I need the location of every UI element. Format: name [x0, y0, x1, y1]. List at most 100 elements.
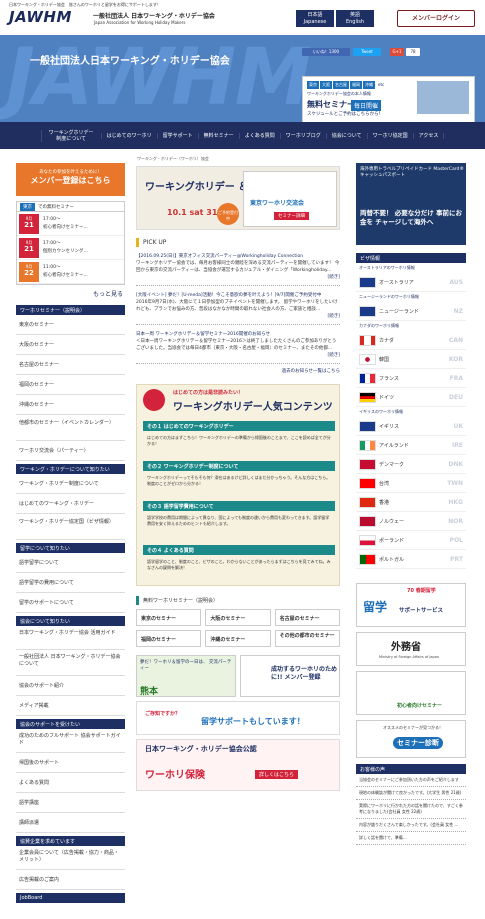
visa-row-twn[interactable]: 台湾 TWN — [356, 474, 466, 493]
seminar-promo[interactable]: 東京 大阪 名古屋 福岡 沖縄 etc ワーキングホリデー協会の本人情報 無料セ… — [302, 76, 475, 122]
news-more-link[interactable]: [続き] — [136, 274, 340, 281]
nav-item-access[interactable]: アクセス — [412, 132, 445, 139]
visa-row-nor[interactable]: ノルウェー NOR — [356, 512, 466, 531]
side-link[interactable]: 語学留学の費用について — [16, 573, 125, 593]
visa-row-can[interactable]: カナダ CAN — [356, 331, 466, 350]
breadcrumb[interactable]: ワーキング・ホリデー（ワーホリ）協会 — [137, 156, 209, 162]
fair-banner[interactable]: ワーキングホリデー ＆留学フェア 10.1 sat 31 ご予約受付中 東京ワー… — [136, 166, 340, 230]
schedule-row[interactable]: 9月 21 17:00〜 初心者向けセミナー... — [17, 212, 124, 236]
side-link[interactable]: 大阪のセミナー — [16, 335, 125, 355]
side-link[interactable]: 一般社団法人 日本ワーキング・ホリデー協会について — [16, 650, 125, 676]
seminar-city-link[interactable]: 福岡のセミナー — [136, 630, 202, 647]
study-service-banner[interactable]: 70 春期留学 留学 サポートサービス — [356, 583, 466, 627]
nav-item-first[interactable]: はじめてのワーホリ — [100, 132, 157, 139]
visa-row-fra[interactable]: フランス FRA — [356, 369, 466, 388]
nav-item-faq[interactable]: よくある質問 — [238, 132, 280, 139]
nav-item-blog[interactable]: ワーホリブログ — [279, 132, 326, 139]
popular-item-3[interactable]: その３ 語学留学費用について — [143, 501, 335, 511]
seminar-city-link[interactable]: 名古屋のセミナー — [274, 609, 340, 626]
tweet-button[interactable]: Tweet — [353, 48, 381, 56]
schedule-row[interactable]: 9月 21 17:00〜 個別カウンセリング... — [17, 236, 124, 260]
member-banner[interactable]: 成功するワーホリのために!! メンバー登録 — [240, 655, 340, 697]
side-link[interactable]: 広告掲載のご案内 — [16, 870, 125, 890]
party-banner[interactable]: 夢だ！ワーホリ＆留学の一日は、 交流パーティー 熊本 — [136, 655, 236, 697]
side-link[interactable]: ワーキング・ホリデー協定国（ビザ情報） — [16, 514, 125, 540]
side-section-jobboard[interactable]: JobBoard — [16, 893, 125, 903]
visa-row-deu[interactable]: ドイツ DEU — [356, 388, 466, 407]
seminar-diagnosis-banner[interactable]: オススメのセミナーが見つかる！ セミナー診断 — [356, 720, 466, 758]
seminar-city-link[interactable]: 大阪のセミナー — [205, 609, 271, 626]
news-title[interactable]: 日本一周 ワーキングホリデー＆留学セミナー2016開催のお知らせ — [136, 331, 340, 338]
nav-item-countries[interactable]: ワーホリ協定国 — [366, 132, 413, 139]
visa-code: HKG — [448, 498, 463, 506]
side-link[interactable]: 企業会員について（広告掲載・協力・商品・メリット） — [16, 846, 125, 870]
fair-detail-button[interactable]: セミナー詳細 — [274, 212, 309, 220]
date-badge: 9月 21 — [19, 237, 39, 258]
news-title[interactable]: [大阪イベント] 夢だ！[U-meda]活動！今こそ意欲の夢を叶えよう！[9/7… — [136, 292, 340, 299]
banner-title: 一般社団法人日本ワーキング・ホリデー協会 — [30, 56, 230, 67]
side-link[interactable]: 東京のセミナー — [16, 315, 125, 335]
nav-item-about[interactable]: 協会について — [325, 132, 367, 139]
side-link[interactable]: ワーホリ交流会（パーティー） — [16, 441, 125, 461]
visa-row-kor[interactable]: 韓国 KOR — [356, 350, 466, 369]
nav-item-seminar[interactable]: 無料セミナー — [197, 132, 239, 139]
insurance-banner[interactable]: 日本ワーキング・ホリデー協会公認 ワーホリ保険 詳しくはこちら — [136, 739, 340, 791]
side-link[interactable]: 語学留学について — [16, 553, 125, 573]
popular-item-2[interactable]: その２ ワーキングホリデー制度について — [143, 461, 335, 471]
side-link[interactable]: 語学講座 — [16, 793, 125, 813]
side-link[interactable]: 沖縄のセミナー — [16, 395, 125, 415]
schedule-row[interactable]: 9月 22 11:00〜 初心者向けセミナー... — [17, 260, 124, 284]
gplus-count: 78 — [406, 48, 420, 56]
side-link[interactable]: 講師派遣 — [16, 813, 125, 833]
side-link[interactable]: 成功のためのフルサポート 協会サポートガイド — [16, 729, 125, 753]
side-link[interactable]: メディア掲載 — [16, 696, 125, 716]
schedule-more-link[interactable]: もっと見る — [16, 285, 125, 302]
side-link[interactable]: はじめてのワーキング・ホリデー — [16, 494, 125, 514]
mofa-banner[interactable]: 外務省 Ministry of Foreign Affairs of Japan — [356, 632, 466, 666]
visa-row-prt[interactable]: ポルトガル PRT — [356, 550, 466, 569]
facebook-like-button[interactable]: いいね！1300 — [302, 48, 350, 56]
lang-jp-label: 日本語 — [307, 12, 323, 18]
seminar-city-link[interactable]: 東京のセミナー — [136, 609, 202, 626]
visa-row-uk[interactable]: イギリス UK — [356, 417, 466, 436]
news-title[interactable]: 【2016.09.25(日)】東京オフィス交流パーティー@Workingholi… — [136, 253, 340, 260]
visa-row-pol[interactable]: ポーランド POL — [356, 531, 466, 550]
lang-japanese-button[interactable]: 日本語 Japanese — [296, 10, 334, 27]
nav-item-system[interactable]: ワーキングホリデー 制度について — [40, 129, 101, 142]
side-link[interactable]: 他都市のセミナー（イベントカレンダー） — [16, 415, 125, 441]
member-login-button[interactable]: メンバーログイン — [397, 10, 475, 27]
side-link[interactable]: 留学のサポートについて — [16, 593, 125, 613]
visa-country: ニュージーランド — [379, 308, 419, 315]
visa-row-aus[interactable]: オーストラリア AUS — [356, 273, 466, 292]
visa-row-ire[interactable]: アイルランド IRE — [356, 436, 466, 455]
popular-item-4[interactable]: その４ よくある質問 — [143, 545, 335, 555]
schedule-city-select[interactable]: 東京 — [20, 202, 35, 211]
seminar-city-link[interactable]: その他の都市のセミナー — [274, 630, 340, 647]
news-more-link[interactable]: [続き] — [136, 352, 340, 359]
side-link[interactable]: 福岡のセミナー — [16, 375, 125, 395]
side-link[interactable]: よくある質問 — [16, 773, 125, 793]
seminar-city-link[interactable]: 沖縄のセミナー — [205, 630, 271, 647]
side-link[interactable]: 帰国後のサポート — [16, 753, 125, 773]
side-link[interactable]: 日本ワーキング・ホリデー協会 活用ガイド — [16, 626, 125, 650]
insurance-detail-button[interactable]: 詳しくはこちら — [255, 770, 299, 779]
popular-item-1[interactable]: その１ はじめてのワーキングホリデー — [143, 421, 335, 431]
side-link[interactable]: 協会のサポート紹介 — [16, 676, 125, 696]
site-logo[interactable]: JAWHM — [9, 8, 72, 26]
lang-english-button[interactable]: 英語 English — [336, 10, 374, 27]
side-link[interactable]: 名古屋のセミナー — [16, 355, 125, 375]
study-support-banner[interactable]: ご存知ですか？ 留学サポートもしています！ — [136, 701, 340, 735]
gplus-button[interactable]: G+1 — [390, 48, 404, 56]
news-archive-link[interactable]: 過去のお知らせ一覧はこちら — [136, 368, 340, 374]
nav-item-study[interactable]: 留学サポート — [156, 132, 198, 139]
visa-row-dnk[interactable]: デンマーク DNK — [356, 455, 466, 474]
cash-passport-banner[interactable]: 海外専用トラベルプリペイドカード MasterCard® キャッシュパスポート … — [356, 163, 466, 245]
visa-code: PRT — [450, 555, 463, 563]
news-more-link[interactable]: [続き] — [136, 313, 340, 320]
visa-row-hkg[interactable]: 香港 HKG — [356, 493, 466, 512]
beginner-seminar-banner[interactable]: 初心者向けセミナー — [356, 671, 466, 715]
member-register-button[interactable]: あなたの参加を叶えるために！ メンバー登録はこちら — [16, 163, 125, 196]
visa-row-nz[interactable]: ニュージーランド NZ — [356, 302, 466, 321]
side-link[interactable]: ワーキング・ホリデー制度について — [16, 474, 125, 494]
voice-item: 実際にワーホリに行かれた方の話を聞けたので、すごく参考になりました(会社員 女性… — [356, 800, 466, 819]
